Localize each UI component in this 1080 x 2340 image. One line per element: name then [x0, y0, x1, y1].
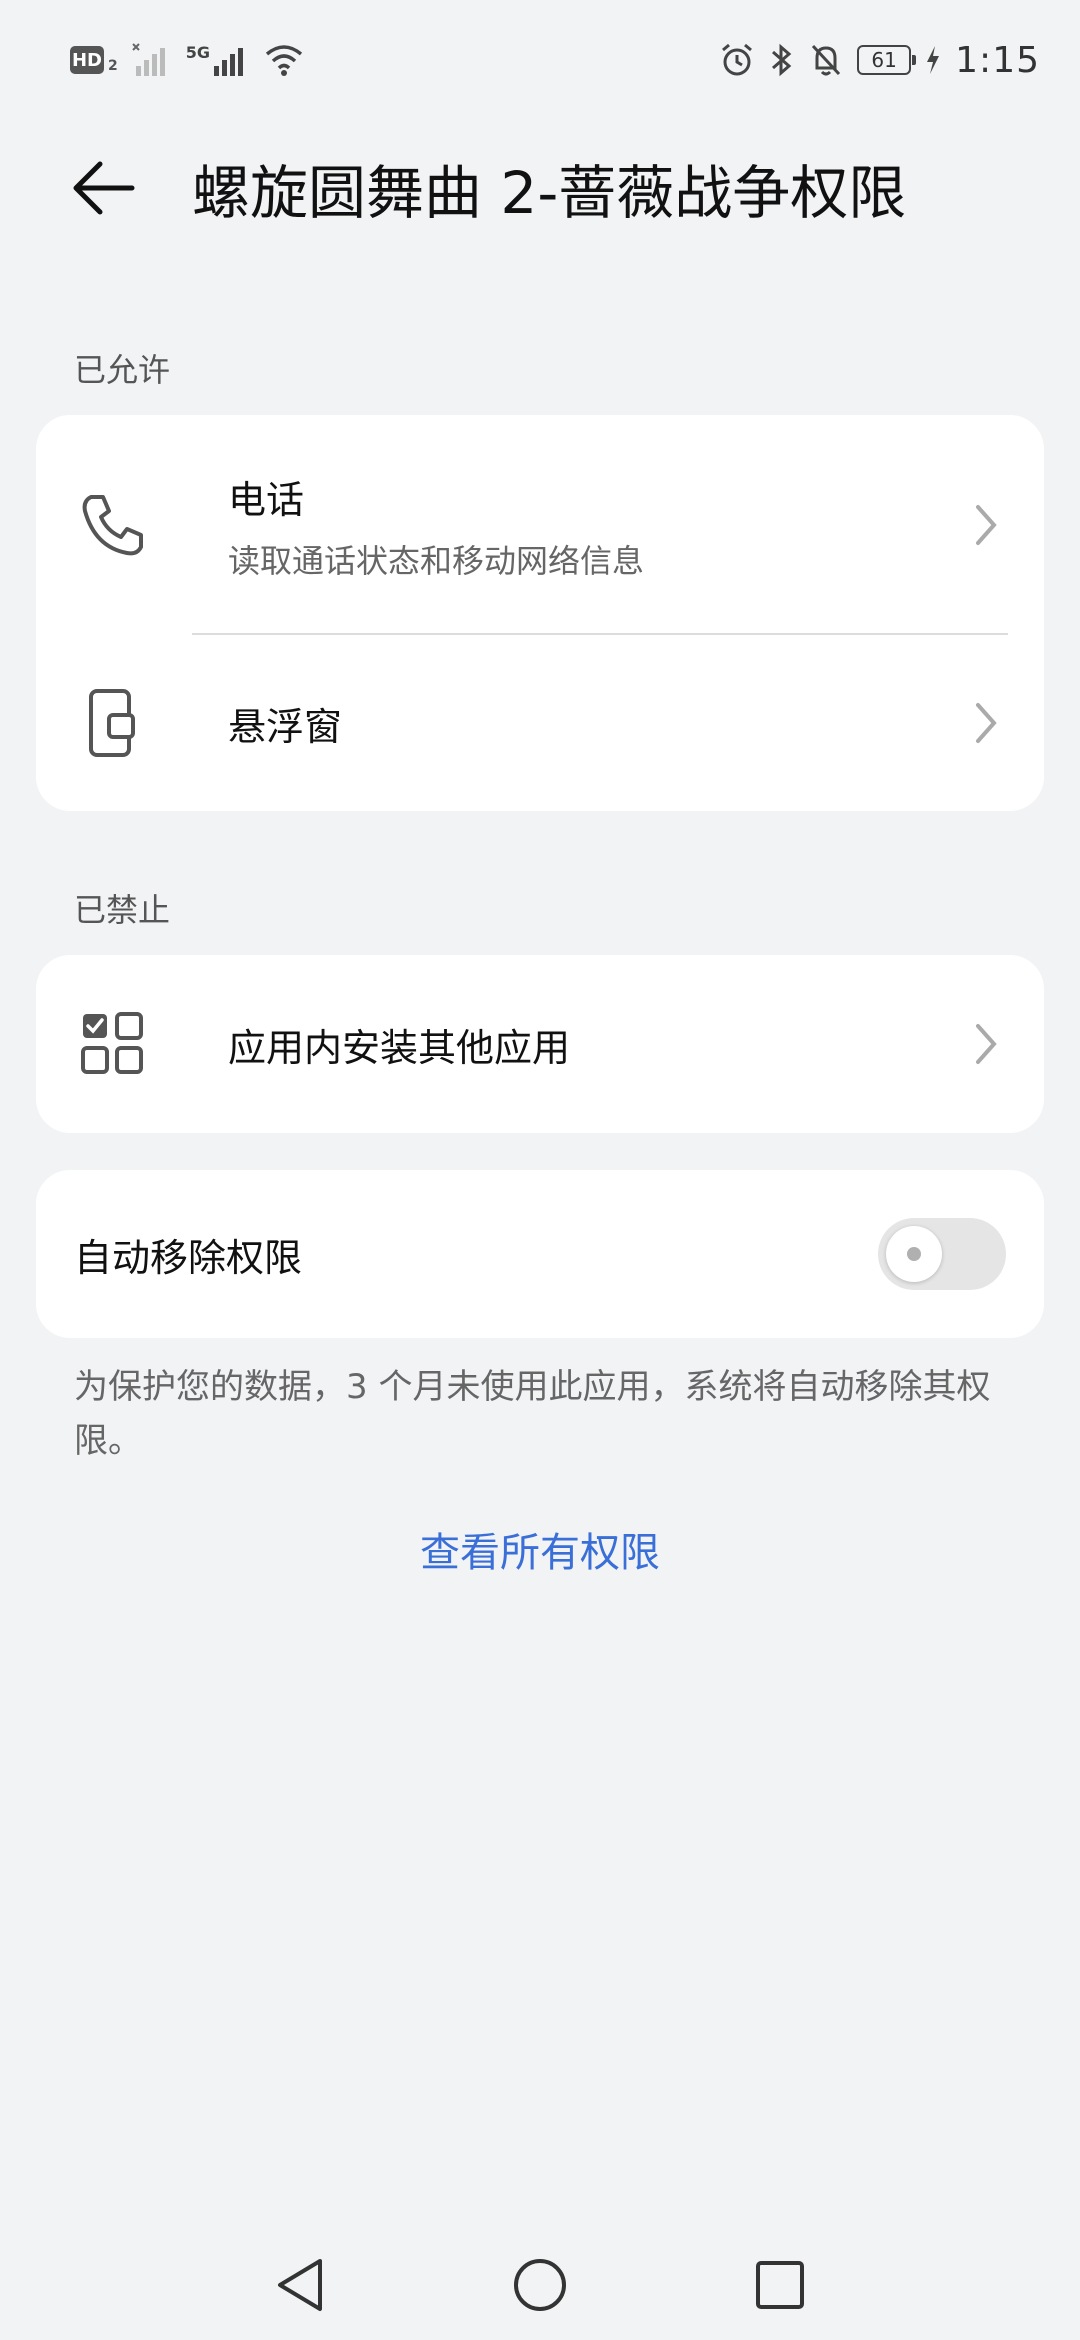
floating-window-row-text: 悬浮窗: [228, 696, 966, 751]
auto-remove-card: 自动移除权限: [36, 1170, 1044, 1338]
triangle-back-icon: [278, 2259, 322, 2311]
chevron-right-icon: [966, 693, 1006, 753]
nav-recents-button[interactable]: [740, 2245, 820, 2325]
install-apps-row-text: 应用内安装其他应用: [228, 1017, 966, 1072]
floating-window-row-title: 悬浮窗: [228, 704, 343, 749]
circle-home-icon: [514, 2259, 566, 2311]
hd-sub-label: 2: [108, 58, 118, 74]
phone-row-text: 电话 读取通话状态和移动网络信息: [228, 469, 966, 582]
clock: 1:15: [955, 39, 1040, 81]
nav-home-button[interactable]: [500, 2245, 580, 2325]
auto-remove-toggle[interactable]: [878, 1218, 1006, 1290]
allowed-section-label: 已允许: [74, 351, 171, 389]
denied-section-label: 已禁止: [74, 891, 171, 929]
signal-sim2-icon: [214, 48, 244, 76]
permission-row-phone[interactable]: 电话 读取通话状态和移动网络信息: [36, 415, 1044, 635]
signal-sim1-icon: [132, 43, 165, 76]
hd-badge: HD: [70, 46, 104, 74]
network-type-label: 5G: [185, 42, 211, 62]
phone-row-subtitle: 读取通话状态和移动网络信息: [228, 541, 645, 580]
square-recents-icon: [756, 2261, 804, 2309]
alarm-icon: [722, 43, 753, 76]
permission-row-floating-window[interactable]: 悬浮窗: [36, 635, 1044, 811]
back-arrow-icon: [73, 161, 135, 214]
mute-bell-icon: [812, 44, 841, 76]
status-right: 61 1:15: [719, 40, 1040, 81]
permission-row-install-apps[interactable]: 应用内安装其他应用: [36, 955, 1044, 1133]
chevron-right-icon: [966, 495, 1006, 555]
charging-icon: [927, 46, 940, 74]
install-apps-row-title: 应用内安装其他应用: [228, 1025, 571, 1070]
toggle-knob: [886, 1226, 942, 1282]
status-bar: HD 2 5G 61 1:15: [0, 0, 1080, 120]
auto-remove-row: 自动移除权限: [36, 1170, 1044, 1338]
status-left: HD 2 5G: [70, 42, 304, 78]
auto-remove-label: 自动移除权限: [74, 1235, 303, 1280]
app-permissions-screen: HD 2 5G 61 1:15 螺旋圆舞曲 2-蔷薇战争权限 已允许 电话 读取…: [0, 0, 1080, 2340]
back-button[interactable]: [70, 138, 190, 238]
battery-indicator: 61: [857, 45, 917, 75]
allowed-card: 电话 读取通话状态和移动网络信息 悬浮窗: [36, 415, 1044, 811]
header: 螺旋圆舞曲 2-蔷薇战争权限: [0, 130, 1080, 245]
page-title: 螺旋圆舞曲 2-蔷薇战争权限: [192, 158, 907, 227]
wifi-icon: [265, 45, 303, 76]
bluetooth-icon: [772, 43, 792, 77]
phone-icon: [72, 484, 154, 566]
nav-back-button[interactable]: [260, 2245, 340, 2325]
phone-row-title: 电话: [228, 477, 305, 522]
app-install-icon: [72, 1003, 154, 1085]
system-nav-bar: [0, 2230, 1080, 2340]
floating-window-icon: [72, 682, 154, 764]
auto-remove-note: 为保护您的数据，3 个月未使用此应用，系统将自动移除其权限。: [74, 1367, 991, 1461]
chevron-right-icon: [966, 1014, 1006, 1074]
denied-card: 应用内安装其他应用: [36, 955, 1044, 1133]
view-all-permissions-link[interactable]: 查看所有权限: [0, 1520, 1080, 1578]
